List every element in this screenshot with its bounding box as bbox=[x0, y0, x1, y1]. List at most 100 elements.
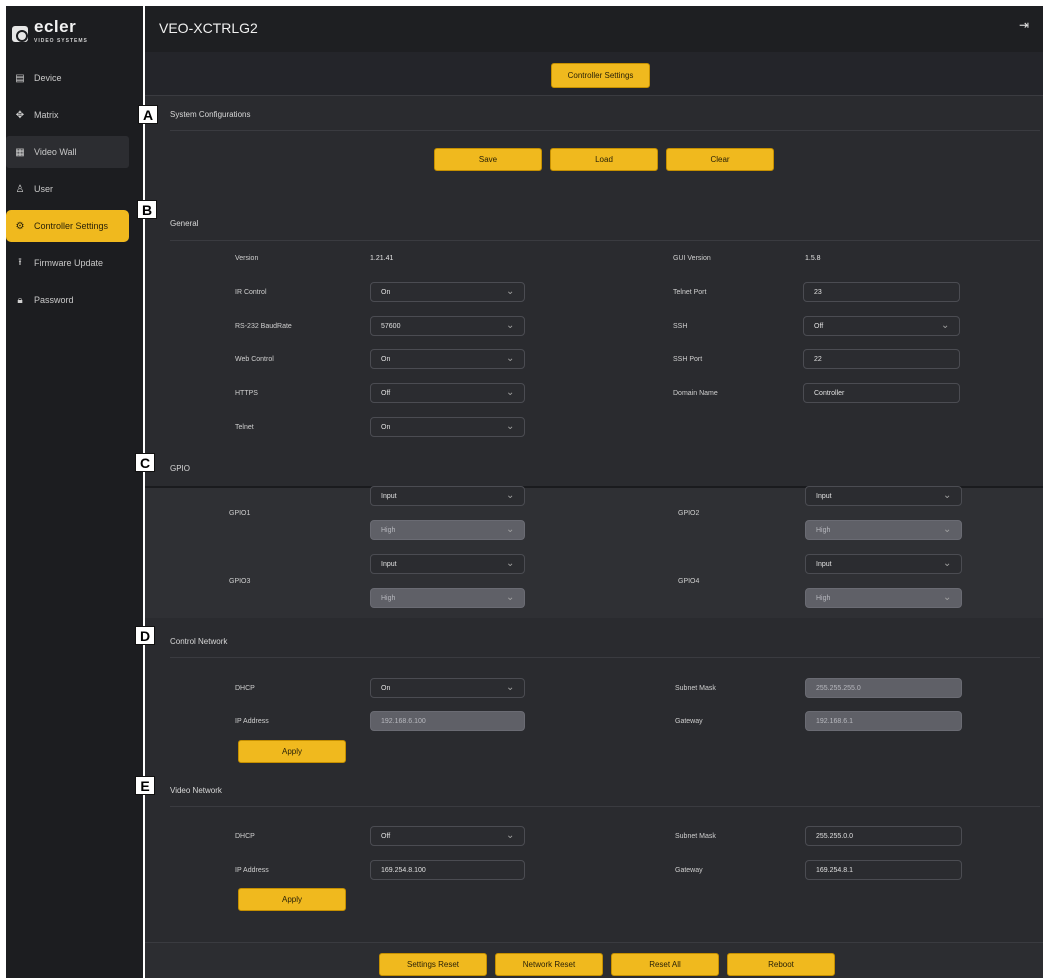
video-ip-field[interactable]: 169.254.8.100 bbox=[370, 860, 525, 880]
telnet-select[interactable]: On ⌄ bbox=[370, 417, 525, 437]
gpio2-level-select[interactable]: High ⌄ bbox=[805, 520, 962, 540]
gpio3-mode-select[interactable]: Input ⌄ bbox=[370, 554, 525, 574]
section-title-system: System Configurations bbox=[170, 110, 251, 119]
ir-control-value: On bbox=[381, 288, 391, 296]
clear-button[interactable]: Clear bbox=[666, 148, 774, 171]
chevron-down-icon: ⌄ bbox=[943, 524, 952, 535]
chevron-down-icon: ⌄ bbox=[941, 320, 950, 331]
chevron-down-icon: ⌄ bbox=[506, 830, 515, 841]
control-apply-button[interactable]: Apply bbox=[238, 740, 346, 763]
gpio4-mode-value: Input bbox=[816, 560, 832, 568]
marker-e: E bbox=[135, 776, 155, 795]
gpio4-label: GPIO4 bbox=[678, 578, 700, 585]
logout-icon[interactable]: ⇥ bbox=[1019, 18, 1033, 32]
sidebar-item-label: Firmware Update bbox=[34, 258, 104, 268]
section-title-video-network: Video Network bbox=[170, 786, 222, 795]
network-reset-button[interactable]: Network Reset bbox=[495, 953, 603, 976]
settings-reset-button[interactable]: Settings Reset bbox=[379, 953, 487, 976]
gpio2-mode-select[interactable]: Input ⌄ bbox=[805, 486, 962, 506]
control-gateway-field[interactable]: 192.168.6.1 bbox=[805, 711, 962, 731]
logo-icon bbox=[12, 26, 28, 42]
sidebar-item-label: Device bbox=[34, 73, 62, 83]
sidebar-item-device[interactable]: ▤ Device bbox=[6, 62, 143, 94]
marker-b: B bbox=[137, 200, 157, 219]
control-subnet-label: Subnet Mask bbox=[675, 685, 716, 692]
gpio1-mode-select[interactable]: Input ⌄ bbox=[370, 486, 525, 506]
video-apply-button[interactable]: Apply bbox=[238, 888, 346, 911]
gear-icon: ⚙ bbox=[15, 220, 25, 232]
sidebar-item-password[interactable]: 🔒︎ Password bbox=[6, 284, 143, 316]
gpio1-label: GPIO1 bbox=[229, 510, 251, 517]
chevron-down-icon: ⌄ bbox=[506, 286, 515, 297]
marker-c: C bbox=[135, 453, 155, 472]
gpio3-level-value: High bbox=[381, 594, 396, 602]
user-icon: ♙ bbox=[15, 183, 25, 195]
gui-version-label: GUI Version bbox=[673, 255, 711, 262]
gpio1-level-select[interactable]: High ⌄ bbox=[370, 520, 525, 540]
chevron-down-icon: ⌄ bbox=[506, 682, 515, 693]
main-panel: VEO-XCTRLG2 ⇥ Controller Settings System… bbox=[145, 6, 1043, 978]
gpio3-mode-value: Input bbox=[381, 560, 397, 568]
section-title-general: General bbox=[170, 219, 199, 228]
chevron-down-icon: ⌄ bbox=[506, 592, 515, 603]
video-ip-label: IP Address bbox=[235, 867, 269, 874]
baudrate-label: RS-232 BaudRate bbox=[235, 323, 292, 330]
control-subnet-field[interactable]: 255.255.255.0 bbox=[805, 678, 962, 698]
sidebar-item-video-wall[interactable]: ▦ Video Wall bbox=[6, 136, 129, 168]
sidebar-item-user[interactable]: ♙ User bbox=[6, 173, 143, 205]
chevron-down-icon: ⌄ bbox=[506, 490, 515, 501]
web-control-select[interactable]: On ⌄ bbox=[370, 349, 525, 369]
control-dhcp-select[interactable]: On ⌄ bbox=[370, 678, 525, 698]
logo-text: ecler VIDEO SYSTEMS bbox=[34, 18, 88, 49]
sidebar-item-firmware-update[interactable]: ⭱ Firmware Update bbox=[6, 247, 143, 279]
gpio3-label: GPIO3 bbox=[229, 578, 251, 585]
sidebar: ecler VIDEO SYSTEMS ▤ Device ✥ Matrix ▦ … bbox=[6, 6, 143, 978]
https-select[interactable]: Off ⌄ bbox=[370, 383, 525, 403]
domain-name-field[interactable]: Controller bbox=[803, 383, 960, 403]
reset-all-button[interactable]: Reset All bbox=[611, 953, 719, 976]
ssh-select[interactable]: Off ⌄ bbox=[803, 316, 960, 336]
gpio2-level-value: High bbox=[816, 526, 831, 534]
video-gateway-field[interactable]: 169.254.8.1 bbox=[805, 860, 962, 880]
divider bbox=[170, 240, 1040, 241]
video-subnet-label: Subnet Mask bbox=[675, 833, 716, 840]
ssh-label: SSH bbox=[673, 323, 688, 330]
marker-a: A bbox=[138, 105, 158, 124]
divider bbox=[170, 130, 1040, 131]
device-icon: ▤ bbox=[15, 72, 25, 84]
baudrate-value: 57600 bbox=[381, 322, 401, 330]
telnet-port-field[interactable]: 23 bbox=[803, 282, 960, 302]
reboot-button[interactable]: Reboot bbox=[727, 953, 835, 976]
video-dhcp-select[interactable]: Off ⌄ bbox=[370, 826, 525, 846]
tab-controller-settings[interactable]: Controller Settings bbox=[551, 63, 650, 88]
baudrate-select[interactable]: 57600 ⌄ bbox=[370, 316, 525, 336]
sidebar-item-matrix[interactable]: ✥ Matrix bbox=[6, 99, 143, 131]
video-dhcp-value: Off bbox=[381, 832, 391, 840]
save-button[interactable]: Save bbox=[434, 148, 542, 171]
control-ip-field[interactable]: 192.168.6.100 bbox=[370, 711, 525, 731]
telnet-port-label: Telnet Port bbox=[673, 289, 707, 296]
control-dhcp-label: DHCP bbox=[235, 685, 255, 692]
https-value: Off bbox=[381, 389, 391, 397]
ssh-port-field[interactable]: 22 bbox=[803, 349, 960, 369]
chevron-down-icon: ⌄ bbox=[943, 592, 952, 603]
section-title-gpio: GPIO bbox=[170, 464, 191, 473]
gpio3-level-select[interactable]: High ⌄ bbox=[370, 588, 525, 608]
chevron-down-icon: ⌄ bbox=[506, 524, 515, 535]
gpio2-mode-value: Input bbox=[816, 492, 832, 500]
ir-control-label: IR Control bbox=[235, 289, 267, 296]
logo-subtitle: VIDEO SYSTEMS bbox=[34, 38, 88, 44]
web-control-label: Web Control bbox=[235, 356, 274, 363]
control-ip-label: IP Address bbox=[235, 718, 269, 725]
gui-version-value: 1.5.8 bbox=[805, 255, 821, 262]
gpio4-mode-select[interactable]: Input ⌄ bbox=[805, 554, 962, 574]
video-subnet-field[interactable]: 255.255.0.0 bbox=[805, 826, 962, 846]
sidebar-item-controller-settings[interactable]: ⚙ Controller Settings bbox=[6, 210, 129, 242]
section-title-control-network: Control Network bbox=[170, 637, 228, 646]
chevron-down-icon: ⌄ bbox=[506, 421, 515, 432]
telnet-value: On bbox=[381, 423, 391, 431]
ir-control-select[interactable]: On ⌄ bbox=[370, 282, 525, 302]
chevron-down-icon: ⌄ bbox=[506, 387, 515, 398]
gpio4-level-select[interactable]: High ⌄ bbox=[805, 588, 962, 608]
load-button[interactable]: Load bbox=[550, 148, 658, 171]
